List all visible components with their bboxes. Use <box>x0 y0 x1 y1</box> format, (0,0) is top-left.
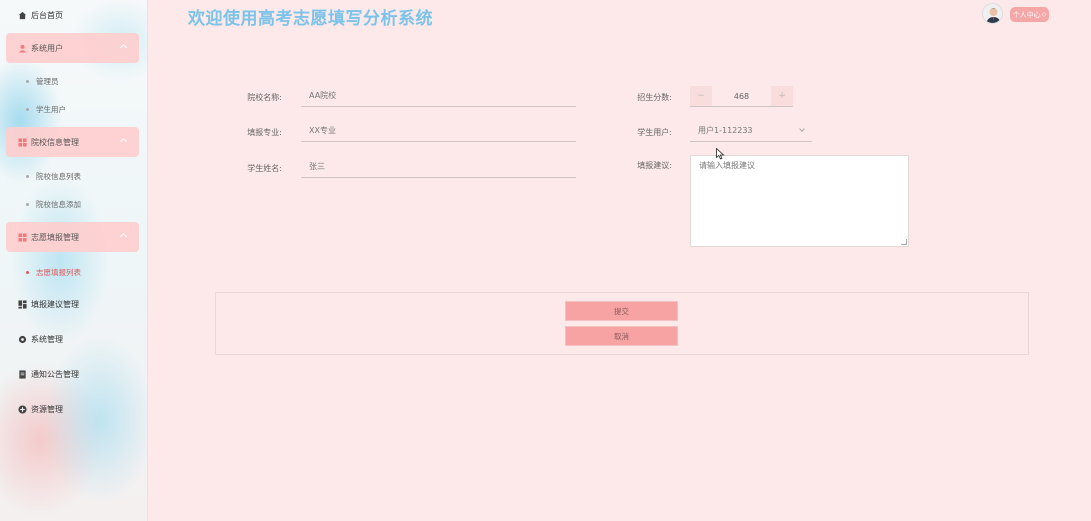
chevron-up-icon <box>119 232 128 241</box>
avatar[interactable] <box>982 3 1003 24</box>
cancel-button[interactable]: 取消 <box>565 326 678 346</box>
student-name-label: 学生姓名: <box>247 164 282 173</box>
resize-handle-icon[interactable] <box>901 239 907 245</box>
school-name-value: AA院校 <box>309 91 337 100</box>
student-user-select[interactable]: 用户1-112233 <box>690 120 812 142</box>
score-value[interactable]: 468 <box>712 92 771 101</box>
sidebar-item-label: 系统用户 <box>31 43 63 53</box>
sidebar-subitem-student-users[interactable]: 学生用户 <box>26 99 66 119</box>
score-increase-button[interactable]: + <box>771 86 793 106</box>
score-decrease-button[interactable]: − <box>690 86 712 106</box>
grid-icon <box>18 232 27 242</box>
plus-circle-icon <box>18 404 27 414</box>
sidebar-subitem-admin[interactable]: 管理员 <box>26 71 59 91</box>
suggestion-placeholder: 请输入填报建议 <box>699 161 755 170</box>
sidebar-subitem-label: 管理员 <box>36 76 59 86</box>
sidebar-item-school-info[interactable]: 院校信息管理 <box>6 127 139 157</box>
score-label: 招生分数: <box>637 93 672 102</box>
sidebar-subitem-school-add[interactable]: 院校信息添加 <box>26 194 81 214</box>
chevron-up-icon <box>119 43 128 52</box>
profile-label: 个人中心 <box>1012 10 1041 19</box>
student-name-value: 张三 <box>309 162 325 171</box>
submit-button[interactable]: 提交 <box>565 301 678 321</box>
sidebar-item-notices[interactable]: 通知公告管理 <box>6 359 139 389</box>
suggestion-textarea[interactable]: 请输入填报建议 <box>690 155 909 247</box>
sidebar-item-resources[interactable]: 资源管理 <box>6 394 139 424</box>
school-name-label: 院校名称: <box>247 93 282 102</box>
sidebar-item-label: 系统管理 <box>31 334 63 344</box>
sidebar-item-system[interactable]: 系统管理 <box>6 324 139 354</box>
sidebar-item-label: 后台首页 <box>31 10 63 20</box>
bullet-icon <box>26 174 29 178</box>
page-title: 欢迎使用高考志愿填写分析系统 <box>188 9 433 29</box>
school-name-input[interactable]: AA院校 <box>301 85 576 107</box>
sidebar-item-system-users[interactable]: 系统用户 <box>6 33 139 63</box>
sidebar-item-home[interactable]: 后台首页 <box>6 0 139 30</box>
home-icon <box>18 11 27 19</box>
sidebar-item-label: 资源管理 <box>31 404 63 414</box>
sidebar-item-label: 填报建议管理 <box>31 299 79 309</box>
student-name-input[interactable]: 张三 <box>301 156 576 178</box>
chevron-down-icon <box>799 126 805 132</box>
dashboard-icon <box>18 299 27 309</box>
sidebar-item-suggestions[interactable]: 填报建议管理 <box>6 289 139 319</box>
profile-button[interactable]: 个人中心 ◇ <box>1010 7 1049 22</box>
major-value: XX专业 <box>309 126 336 135</box>
grid-icon <box>18 137 27 147</box>
student-user-value: 用户1-112233 <box>698 126 753 135</box>
suggestion-label: 填报建议: <box>637 161 672 170</box>
user-icon <box>18 44 27 53</box>
bullet-icon <box>26 270 29 274</box>
gear-icon <box>18 335 27 343</box>
chevron-down-icon: ◇ <box>1041 11 1047 18</box>
major-label: 填报专业: <box>247 128 282 137</box>
score-stepper[interactable]: − 468 + <box>690 86 793 107</box>
sidebar-subitem-label: 学生用户 <box>36 104 66 114</box>
sidebar-subitem-label: 院校信息添加 <box>36 199 81 209</box>
sidebar-item-label: 通知公告管理 <box>31 369 79 379</box>
sidebar-subitem-label: 志愿填报列表 <box>36 267 81 277</box>
user-avatar-icon <box>983 4 1002 23</box>
bullet-icon <box>26 79 29 83</box>
sidebar-subitem-application-list[interactable]: 志愿填报列表 <box>26 262 81 282</box>
sidebar-item-application[interactable]: 志愿填报管理 <box>6 222 139 252</box>
mouse-cursor-icon <box>716 148 725 160</box>
major-input[interactable]: XX专业 <box>301 120 576 142</box>
sidebar: 后台首页 系统用户 管理员 学生用户 院校信息管理 院校信息列表 院校信息添加 … <box>0 0 148 521</box>
sidebar-subitem-school-list[interactable]: 院校信息列表 <box>26 166 81 186</box>
sidebar-item-label: 志愿填报管理 <box>31 232 79 242</box>
bullet-icon <box>26 202 29 206</box>
sidebar-item-label: 院校信息管理 <box>31 137 79 147</box>
bullet-icon <box>26 107 29 111</box>
document-icon <box>19 369 26 379</box>
chevron-up-icon <box>119 137 128 146</box>
student-user-label: 学生用户: <box>637 128 672 137</box>
sidebar-subitem-label: 院校信息列表 <box>36 171 81 181</box>
